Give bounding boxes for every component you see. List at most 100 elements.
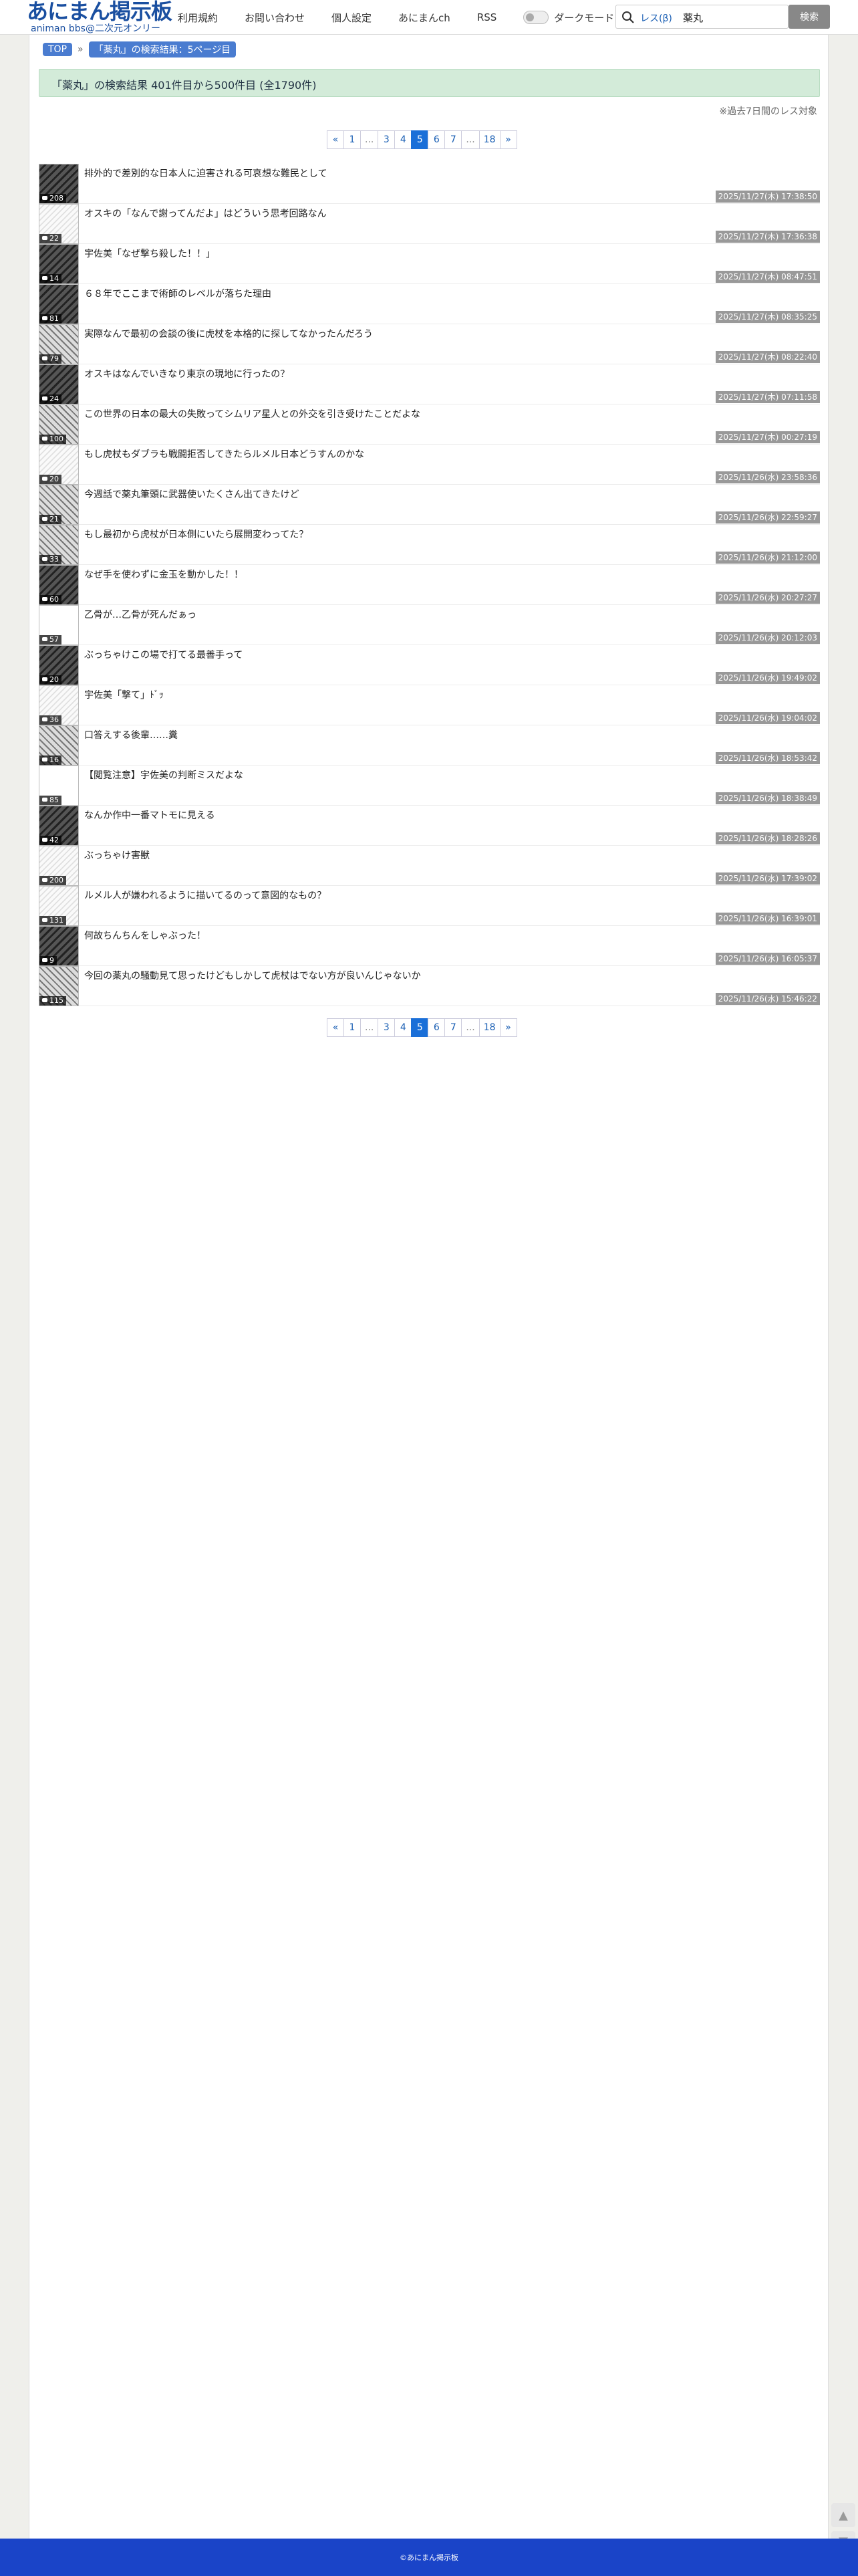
thread-thumbnail[interactable]: 22	[39, 204, 79, 244]
thread-thumbnail[interactable]: 20	[39, 645, 79, 685]
thread-thumbnail[interactable]: 9	[39, 926, 79, 966]
pagination-page[interactable]: 4	[394, 130, 412, 149]
nav-contact-link[interactable]: お問い合わせ	[245, 11, 305, 25]
thread-thumbnail[interactable]: 57	[39, 605, 79, 645]
thread-title-link[interactable]: この世界の日本の最大の失敗ってシムリア星人との外交を引き受けたことだよな	[84, 407, 420, 421]
thread-row[interactable]: 131 ルメル人が嫌われるように描いてるのって意図的なもの？ 2025/11/26(…	[39, 886, 820, 926]
thread-title-link[interactable]: 宇佐美「なぜ撃ち殺した！！」	[84, 247, 215, 260]
thread-title-link[interactable]: 今回の薬丸の騒動見て思ったけどもしかして虎杖はでない方が良いんじゃないか	[84, 969, 421, 982]
reply-count: 200	[49, 876, 63, 885]
thread-title-link[interactable]: もし虎杖もダブラも戦闘拒否してきたらルメル日本どうすんのかな	[84, 447, 364, 461]
thread-thumbnail[interactable]: 16	[39, 725, 79, 766]
thread-title-link[interactable]: オスキはなんでいきなり東京の現地に行ったの？	[84, 367, 289, 380]
thread-title-link[interactable]: 実際なんで最初の会談の後に虎杖を本格的に探してなかったんだろう	[84, 327, 373, 340]
thread-title-link[interactable]: ぶっちゃけこの場で打てる最善手って	[84, 648, 243, 661]
thread-row[interactable]: 33 もし最初から虎杖が日本側にいたら展開変わってた？ 2025/11/26(水) …	[39, 525, 820, 565]
thread-thumbnail[interactable]: 36	[39, 685, 79, 725]
pagination-page[interactable]: 3	[378, 1018, 396, 1037]
thread-title-link[interactable]: ６８年でここまで術師のレベルが落ちた理由	[84, 287, 271, 300]
thread-row[interactable]: 81 ６８年でここまで術師のレベルが落ちた理由 2025/11/27(木) 08:3…	[39, 284, 820, 324]
thread-date: 2025/11/26(水) 18:53:42	[715, 752, 820, 764]
thread-row[interactable]: 60 なぜ手を使わずに金玉を動かした！！ 2025/11/26(水) 20:27:2…	[39, 565, 820, 605]
thread-row[interactable]: 20 もし虎杖もダブラも戦闘拒否してきたらルメル日本どうすんのかな 2025/11/…	[39, 445, 820, 485]
nav-animanch-link[interactable]: あにまんch	[398, 11, 450, 25]
nav-terms-link[interactable]: 利用規約	[178, 11, 218, 25]
thread-thumbnail[interactable]: 115	[39, 966, 79, 1006]
thread-thumbnail[interactable]: 33	[39, 525, 79, 565]
thread-title-link[interactable]: もし最初から虎杖が日本側にいたら展開変わってた？	[84, 528, 308, 541]
thread-thumbnail[interactable]: 79	[39, 324, 79, 364]
thread-row[interactable]: 24 オスキはなんでいきなり東京の現地に行ったの？ 2025/11/27(木) 07…	[39, 364, 820, 404]
nav-settings-link[interactable]: 個人設定	[331, 11, 372, 25]
thread-thumbnail[interactable]: 100	[39, 404, 79, 445]
thread-title-link[interactable]: 今週話で薬丸筆頭に武器使いたくさん出てきたけど	[84, 487, 299, 501]
pagination-page[interactable]: 18	[478, 1018, 500, 1037]
thread-row[interactable]: 79 実際なんで最初の会談の後に虎杖を本格的に探してなかったんだろう 2025/11…	[39, 324, 820, 364]
search-type-select[interactable]: レス(β)	[640, 11, 672, 25]
thread-title-link[interactable]: 宇佐美「撃て」ﾄﾞｯ	[84, 688, 164, 701]
thread-title-link[interactable]: 何故ちんちんをしゃぶった！	[84, 929, 206, 942]
thread-title-link[interactable]: オスキの「なんで謝ってんだよ」はどういう思考回路なん	[84, 207, 327, 220]
comment-icon	[42, 517, 47, 521]
breadcrumb-top-link[interactable]: TOP	[43, 43, 73, 56]
thread-row[interactable]: 14 宇佐美「なぜ撃ち殺した！！」 2025/11/27(木) 08:47:51	[39, 244, 820, 284]
thread-thumbnail[interactable]: 60	[39, 565, 79, 605]
thread-title-link[interactable]: 口答えする後輩……糞	[84, 728, 178, 741]
pagination-prev[interactable]: «	[327, 130, 344, 149]
thread-thumbnail[interactable]: 42	[39, 806, 79, 846]
thread-row[interactable]: 22 オスキの「なんで謝ってんだよ」はどういう思考回路なん 2025/11/27(木…	[39, 204, 820, 244]
comment-icon	[42, 276, 47, 280]
thread-row[interactable]: 16 口答えする後輩……糞 2025/11/26(水) 18:53:42	[39, 725, 820, 766]
thread-title-link[interactable]: ぶっちゃけ害獣	[84, 848, 150, 862]
thread-date: 2025/11/27(木) 08:47:51	[715, 271, 820, 283]
pagination-page[interactable]: 18	[478, 130, 500, 149]
dark-mode-toggle[interactable]	[523, 11, 549, 24]
thread-row[interactable]: 100 この世界の日本の最大の失敗ってシムリア星人との外交を引き受けたことだよな 2…	[39, 404, 820, 445]
thread-row[interactable]: 20 ぶっちゃけこの場で打てる最善手って 2025/11/26(水) 19:49:0…	[39, 645, 820, 685]
thread-row[interactable]: 21 今週話で薬丸筆頭に武器使いたくさん出てきたけど 2025/11/26(水) 2…	[39, 485, 820, 525]
pagination-next[interactable]: »	[499, 130, 517, 149]
thread-row[interactable]: 208 排外的で差別的な日本人に迫害される可哀想な難民として 2025/11/27(…	[39, 164, 820, 204]
thread-title-link[interactable]: なぜ手を使わずに金玉を動かした！！	[84, 568, 243, 581]
comment-icon	[42, 597, 47, 601]
thread-thumbnail[interactable]: 208	[39, 164, 79, 204]
thread-thumbnail[interactable]: 21	[39, 485, 79, 525]
thread-title-link[interactable]: 【閲覧注意】宇佐美の判断ミスだよな	[84, 768, 243, 782]
thread-title-link[interactable]: 乙骨が…乙骨が死んだぁっ	[84, 608, 196, 621]
pagination-page[interactable]: 7	[444, 1018, 462, 1037]
site-logo[interactable]: あにまん掲示板 animan bbs@二次元オンリー	[27, 0, 172, 35]
thread-title-link[interactable]: なんか作中一番マトモに見える	[84, 808, 215, 822]
scroll-top-button[interactable]: ▲	[831, 2503, 855, 2527]
nav-rss-link[interactable]: RSS	[477, 11, 496, 23]
thread-title-link[interactable]: ルメル人が嫌われるように描いてるのって意図的なもの？	[84, 889, 326, 902]
thread-row[interactable]: 85 【閲覧注意】宇佐美の判断ミスだよな 2025/11/26(水) 18:38:4…	[39, 766, 820, 806]
thread-title-link[interactable]: 排外的で差別的な日本人に迫害される可哀想な難民として	[84, 166, 327, 180]
thread-row[interactable]: 57 乙骨が…乙骨が死んだぁっ 2025/11/26(水) 20:12:03	[39, 605, 820, 645]
pagination-prev[interactable]: «	[327, 1018, 344, 1037]
thread-thumbnail[interactable]: 20	[39, 445, 79, 485]
pagination-page[interactable]: 1	[343, 130, 361, 149]
pagination-page[interactable]: 1	[343, 1018, 361, 1037]
thread-thumbnail[interactable]: 200	[39, 846, 79, 886]
search-button[interactable]: 検索	[789, 5, 830, 29]
pagination-page[interactable]: 7	[444, 130, 462, 149]
thread-row[interactable]: 36 宇佐美「撃て」ﾄﾞｯ 2025/11/26(水) 19:04:02	[39, 685, 820, 725]
pagination-top: « 1 ... 3 4 5 6 7 ... 18 »	[327, 130, 517, 149]
pagination-page[interactable]: 6	[428, 130, 446, 149]
thread-row[interactable]: 115 今回の薬丸の騒動見て思ったけどもしかして虎杖はでない方が良いんじゃないか 2…	[39, 966, 820, 1006]
thread-row[interactable]: 9 何故ちんちんをしゃぶった！ 2025/11/26(水) 16:05:37	[39, 926, 820, 966]
pagination-page[interactable]: 6	[428, 1018, 446, 1037]
thread-thumbnail[interactable]: 14	[39, 244, 79, 284]
thread-thumbnail[interactable]: 81	[39, 284, 79, 324]
search-input[interactable]	[683, 9, 783, 26]
pagination-page[interactable]: 4	[394, 1018, 412, 1037]
reply-count-badge: 208	[39, 194, 66, 203]
thread-thumbnail[interactable]: 24	[39, 364, 79, 404]
thread-row[interactable]: 200 ぶっちゃけ害獣 2025/11/26(水) 17:39:02	[39, 846, 820, 886]
thread-thumbnail[interactable]: 131	[39, 886, 79, 926]
pagination-page[interactable]: 3	[378, 130, 396, 149]
thread-thumbnail[interactable]: 85	[39, 766, 79, 806]
thread-row[interactable]: 42 なんか作中一番マトモに見える 2025/11/26(水) 18:28:26	[39, 806, 820, 846]
comment-icon	[42, 477, 47, 481]
pagination-next[interactable]: »	[499, 1018, 517, 1037]
